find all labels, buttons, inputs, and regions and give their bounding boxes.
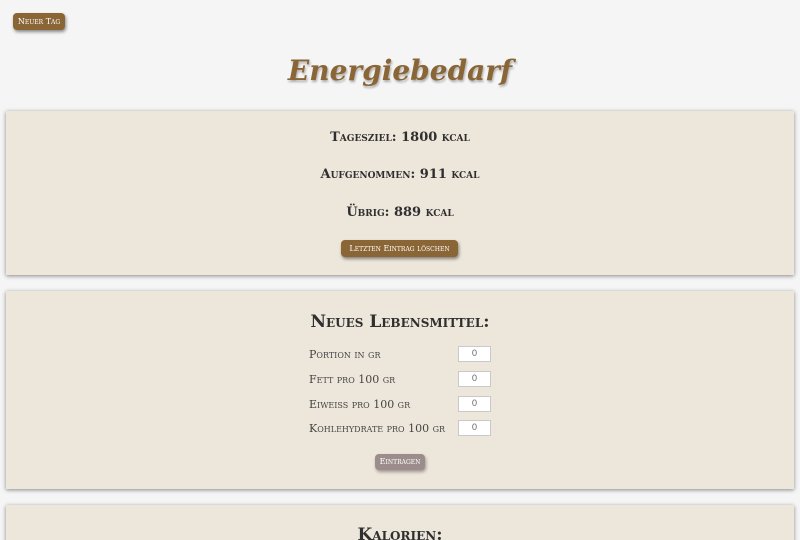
portion-input[interactable] <box>458 346 491 362</box>
protein-input[interactable] <box>458 396 491 412</box>
fat-row: Fett pro 100 gr <box>309 371 499 389</box>
calories-card: Kalorien: <box>6 505 794 540</box>
new-day-button[interactable]: Neuer Tag <box>13 13 65 30</box>
carbs-label: Kohlehydrate pro 100 gr <box>309 422 445 435</box>
fat-input[interactable] <box>458 371 491 387</box>
consumed-text: Aufgenommen: 911 kcal <box>320 167 480 182</box>
portion-row: Portion in gr <box>309 346 499 364</box>
remaining-text: Übrig: 889 kcal <box>346 205 454 220</box>
new-food-card: Neues Lebensmittel: Portion in gr Fett p… <box>6 291 794 489</box>
delete-last-entry-button[interactable]: Letzten Eintrag löschen <box>341 240 458 257</box>
protein-row: Eiweiss pro 100 gr <box>309 396 499 414</box>
page: Neuer Tag Energiebedarf Tagesziel: 1800 … <box>0 0 800 540</box>
portion-label: Portion in gr <box>309 348 381 361</box>
submit-entry-button[interactable]: Eintragen <box>375 454 425 470</box>
carbs-row: Kohlehydrate pro 100 gr <box>309 420 499 438</box>
protein-label: Eiweiss pro 100 gr <box>309 398 411 411</box>
carbs-input[interactable] <box>458 420 491 436</box>
daily-goal-text: Tagesziel: 1800 kcal <box>330 130 470 145</box>
page-title: Energiebedarf <box>287 54 513 87</box>
new-food-heading: Neues Lebensmittel: <box>310 312 490 332</box>
summary-card: Tagesziel: 1800 kcal Aufgenommen: 911 kc… <box>6 111 794 275</box>
fat-label: Fett pro 100 gr <box>309 373 396 386</box>
calories-heading: Kalorien: <box>357 525 443 540</box>
